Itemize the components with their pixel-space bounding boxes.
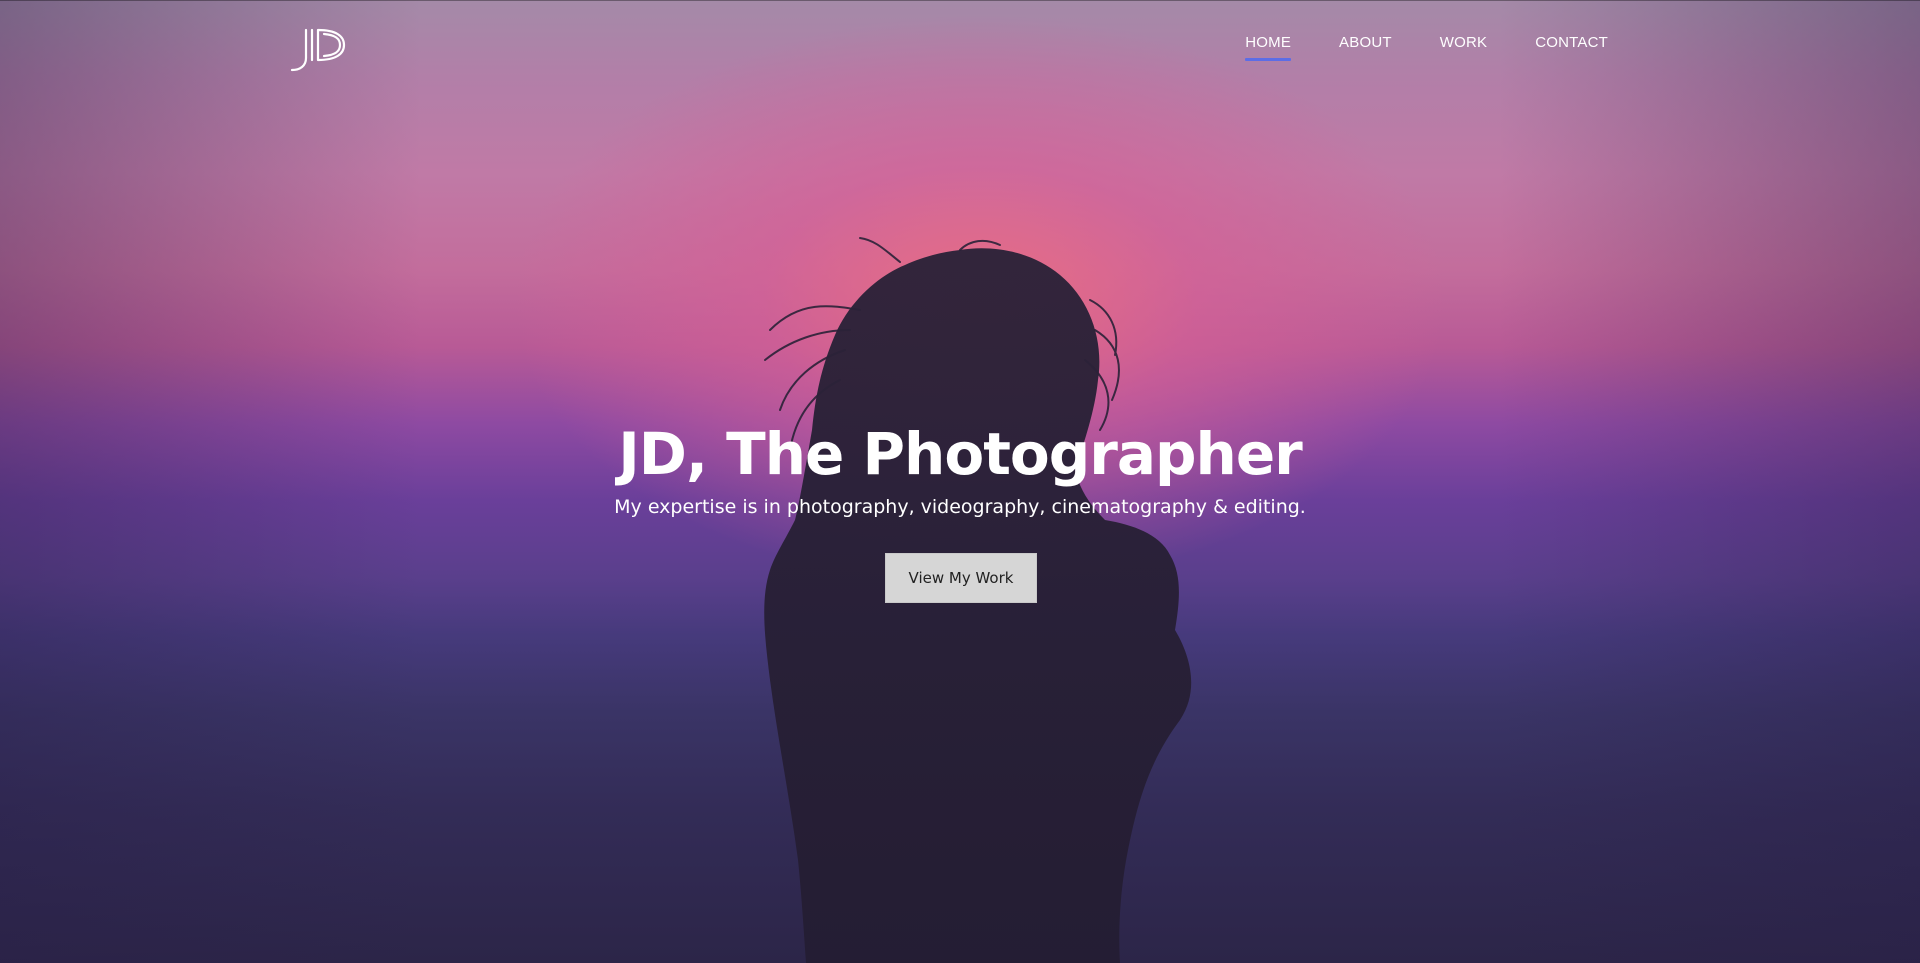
view-my-work-button[interactable]: View My Work xyxy=(885,553,1037,603)
hero-subtitle: My expertise is in photography, videogra… xyxy=(614,496,1306,518)
nav-item-contact[interactable]: CONTACT xyxy=(1535,34,1608,59)
hero-title: JD, The Photographer xyxy=(618,420,1303,488)
nav-item-about[interactable]: ABOUT xyxy=(1339,34,1392,59)
nav-item-work[interactable]: WORK xyxy=(1440,34,1487,59)
nav-item-home[interactable]: HOME xyxy=(1245,34,1291,61)
main-nav: HOME ABOUT WORK CONTACT xyxy=(1245,34,1608,61)
jd-logo[interactable] xyxy=(288,26,352,74)
hero-section: HOME ABOUT WORK CONTACT JD, The Photogra… xyxy=(0,0,1920,963)
